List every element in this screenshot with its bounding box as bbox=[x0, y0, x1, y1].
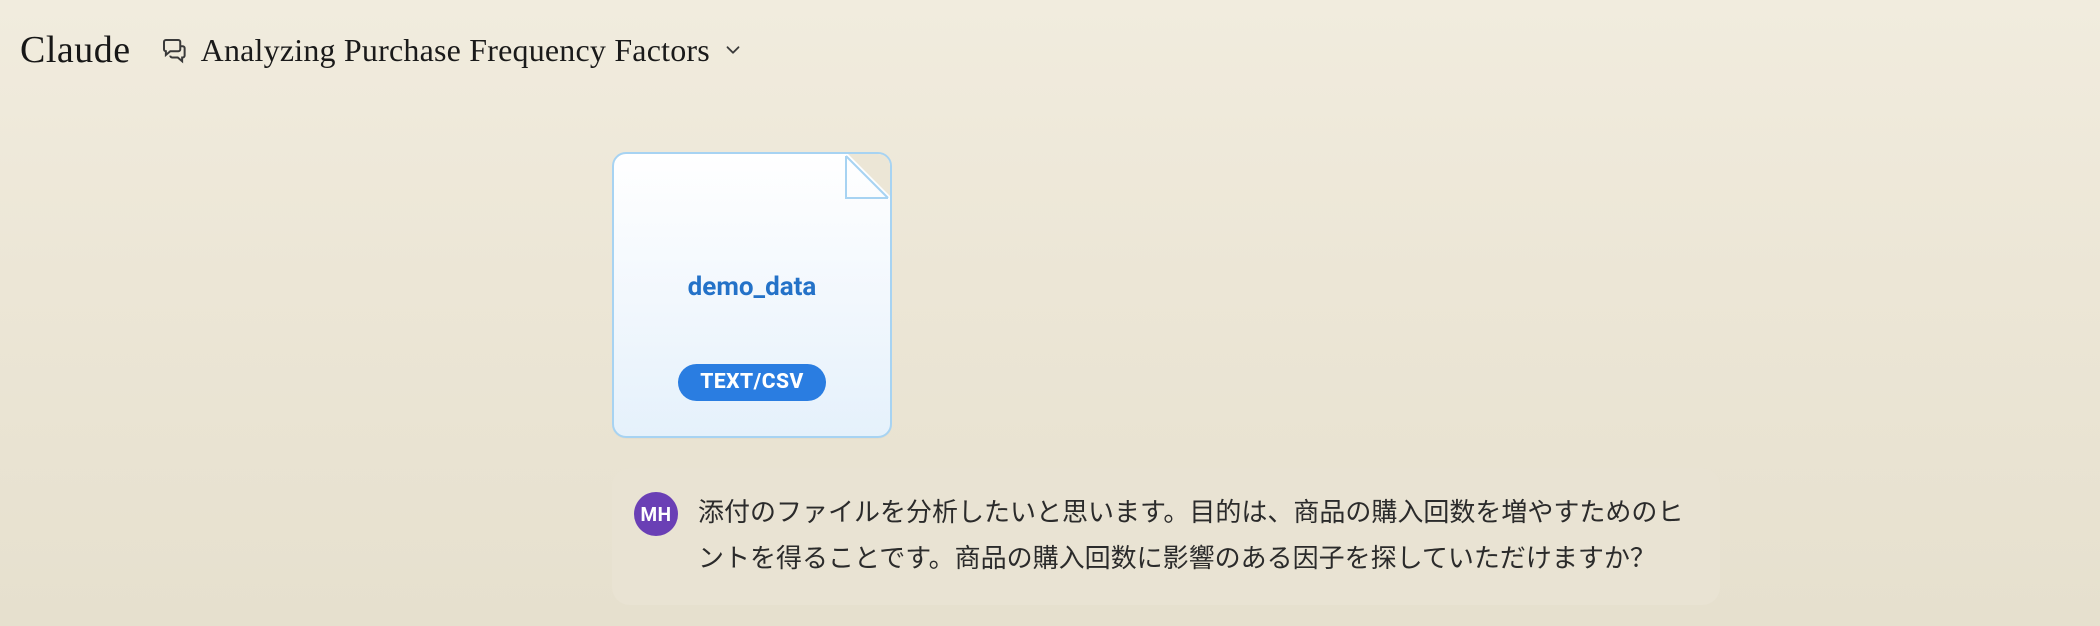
file-type-badge: TEXT/CSV bbox=[678, 364, 826, 401]
file-attachment-card[interactable]: demo_data TEXT/CSV bbox=[612, 152, 892, 438]
file-name: demo_data bbox=[688, 272, 817, 302]
user-message-text: 添付のファイルを分析したいと思います。目的は、商品の購入回数を増やすためのヒント… bbox=[698, 490, 1694, 581]
file-dog-ear bbox=[846, 154, 890, 198]
conversation-title-dropdown[interactable]: Analyzing Purchase Frequency Factors bbox=[159, 32, 744, 69]
conversation-column: demo_data TEXT/CSV MH 添付のファイルを分析したいと思います… bbox=[612, 152, 1720, 605]
user-message: MH 添付のファイルを分析したいと思います。目的は、商品の購入回数を増やすための… bbox=[612, 468, 1720, 605]
header-bar: Claude Analyzing Purchase Frequency Fact… bbox=[0, 0, 2100, 82]
chat-icon bbox=[159, 35, 189, 65]
chevron-down-icon bbox=[722, 39, 744, 61]
app-logo[interactable]: Claude bbox=[20, 28, 131, 72]
conversation-title: Analyzing Purchase Frequency Factors bbox=[201, 32, 710, 69]
avatar: MH bbox=[634, 492, 678, 536]
